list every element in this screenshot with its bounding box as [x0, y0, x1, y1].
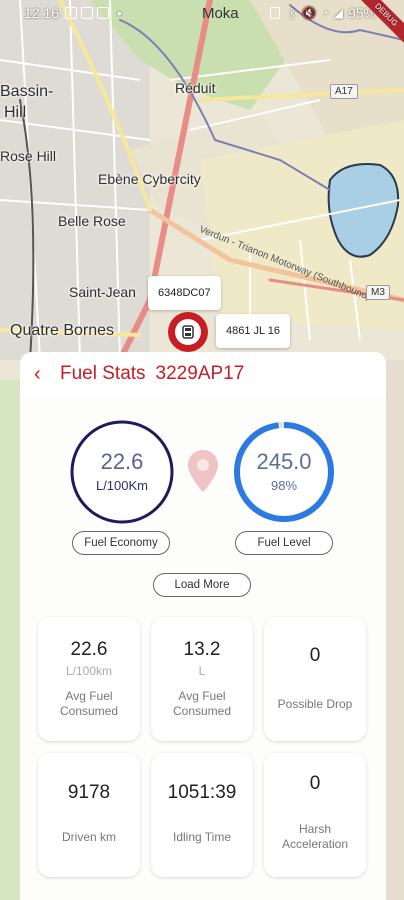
- map-label-reduit: Réduit: [175, 80, 216, 96]
- stat-card-idling-time: 1051:39 Idling Time: [151, 753, 253, 877]
- map-label-belle-rose: Belle Rose: [58, 213, 126, 229]
- stat-card-avg-fuel-economy: 22.6 L/100km Avg Fuel Consumed: [38, 617, 140, 741]
- load-more-button[interactable]: Load More: [153, 573, 251, 597]
- stat-label: Possible Drop: [277, 697, 353, 711]
- stat-label: Avg Fuel Consumed: [172, 689, 232, 718]
- road-badge-a17: A17: [330, 84, 358, 99]
- stat-card-avg-fuel-volume: 13.2 L Avg Fuel Consumed: [151, 617, 253, 741]
- stat-unit: L/100km: [65, 664, 113, 678]
- more-dots-icon: •: [117, 5, 122, 21]
- vehicle-marker[interactable]: [168, 312, 208, 352]
- vehicle-label-6348dc07[interactable]: 6348DC07: [148, 276, 221, 310]
- fuel-level-percent: 98%: [270, 478, 298, 493]
- stat-value: 0: [309, 645, 321, 666]
- map-label-ebene: Ebène Cybercity: [98, 171, 201, 187]
- fuel-economy-button[interactable]: Fuel Economy: [72, 531, 170, 555]
- stat-card-driven-km: 9178 Driven km: [38, 753, 140, 877]
- map-pin-icon: [188, 450, 218, 492]
- image-icon: [81, 7, 94, 19]
- map-label-bassin: Bassin-: [0, 83, 54, 100]
- stat-label: Idling Time: [172, 830, 232, 844]
- map-label-rose-hill: Rose Hill: [0, 148, 57, 164]
- fuel-economy-value: 22.6: [100, 449, 144, 474]
- vehicle-plate: 3229AP17: [155, 363, 245, 384]
- stat-value: 22.6: [70, 639, 108, 660]
- stat-card-possible-drop: 0 Possible Drop: [264, 617, 366, 741]
- map-label-saint-jean: Saint-Jean: [69, 284, 136, 300]
- stat-label: Harsh Acceleration: [281, 822, 349, 851]
- road-badge-m3: M3: [366, 285, 390, 300]
- mute-icon: 🔇: [301, 6, 317, 20]
- stat-card-harsh-acceleration: 0 Harsh Acceleration: [264, 753, 366, 877]
- fuel-level-value: 245.0: [256, 449, 312, 474]
- mail-icon: [97, 7, 110, 19]
- fuel-economy-unit: L/100Km: [95, 478, 149, 493]
- bluetooth-icon: ᛒ: [288, 5, 297, 21]
- fuel-level-button[interactable]: Fuel Level: [235, 531, 333, 555]
- stat-label: Avg Fuel Consumed: [59, 689, 119, 718]
- chevron-left-icon[interactable]: ‹: [34, 363, 54, 386]
- status-location: Moka: [201, 4, 239, 22]
- vehicle-icon-wrapper: [175, 319, 201, 345]
- fuel-economy-gauge: 22.6 L/100Km: [70, 420, 174, 524]
- vehicle-label-4861jl16[interactable]: 4861 JL 16: [216, 314, 291, 348]
- fuel-level-gauge: 245.0 98%: [232, 420, 336, 524]
- wifi-icon: ◔: [321, 6, 329, 20]
- fuel-stats-panel: ‹ Fuel Stats 3229AP17 22.6 L/100Km 245.0…: [20, 352, 386, 900]
- panel-title: Fuel Stats: [60, 363, 146, 384]
- status-time: 12:16: [24, 5, 60, 21]
- stat-value: 0: [309, 773, 321, 794]
- notification-icon: [65, 7, 78, 19]
- stat-unit: L: [198, 664, 206, 678]
- map-label-hill: Hill: [4, 104, 27, 121]
- stat-label: Driven km: [61, 830, 116, 844]
- stat-value: 9178: [67, 782, 111, 803]
- stat-value: 13.2: [183, 639, 221, 660]
- map-label-quatre-bornes: Quatre Bornes: [10, 322, 115, 339]
- stat-value: 1051:39: [167, 782, 237, 803]
- panel-header: ‹ Fuel Stats 3229AP17: [20, 352, 386, 396]
- car-icon: [182, 325, 194, 339]
- status-bar: 12:16 • Moka ᛒ 🔇 ◔ ◢ 95% DEBUG: [0, 0, 404, 49]
- signal-icon: ◢: [333, 6, 343, 20]
- lock-icon: [269, 7, 280, 19]
